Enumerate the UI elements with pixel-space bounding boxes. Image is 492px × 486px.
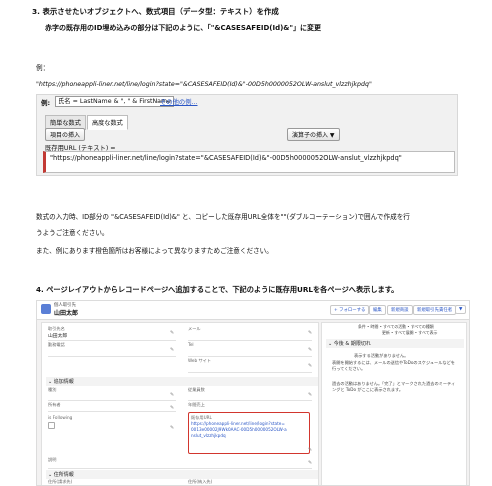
description-label: 説明 [48,457,57,462]
edit-pencil-icon[interactable]: ✎ [308,460,312,466]
no-activity-message: 表示する活動がありません。 [354,353,409,358]
section-label: 住所情報 [53,472,74,478]
divider [48,356,176,357]
formula-editor-screenshot: 例: 氏名 = LastName & ", " & FirstName その他の… [36,94,458,176]
formula-textarea[interactable]: "https://phoneappli-liner.net/line/login… [43,151,455,173]
step3-subheading: 赤字の既存用のID埋め込みの部分は下記のように、「"&CASESAFEID(Id… [45,24,322,32]
new-contact-button[interactable]: 新規取引先責任者 [413,305,457,315]
owner-label: 所有者 [48,402,61,407]
record-name: 山田太郎 [54,310,79,317]
existing-url-link[interactable]: https://phoneappli-liner.net/line/login?… [191,421,287,439]
person-account-icon [41,304,51,314]
section-address-info[interactable]: ⌄ 住所情報 [46,470,318,479]
example-url: "https://phoneappli-liner.net/line/login… [36,81,372,88]
formula-text: "https://phoneappli-liner.net/line/login… [50,154,402,162]
edit-pencil-icon[interactable]: ✎ [170,425,174,431]
section-label: 今後 & 期限切れ [333,341,371,347]
record-page-screenshot: 個人取引先 山田太郎 + フォローする 編集 新規商談 新規取引先責任者 ▼ 取… [36,300,470,486]
section-additional-info[interactable]: ⌄ 追加情報 [46,377,318,386]
formula-tabs: 簡単な数式 高度な数式 [45,110,129,130]
is-following-label: is Following [48,415,73,420]
example-label: 例： [36,64,50,72]
no-activity-hint: 表開を開始するには、メールの送信やToDoのスケジュールなどを行ってください。 [332,360,455,371]
account-name-value: 山田太郎 [48,334,68,339]
details-panel: 取引先名 山田太郎 ✎ メール ✎ 勤務電話 ✎ Tel ✎ Web サイト ✎… [41,322,319,485]
section-label: 追加情報 [53,379,74,385]
divider [48,468,312,469]
edit-pencil-icon[interactable]: ✎ [308,392,312,398]
email-label: メール [188,326,201,331]
note-line-2: うようご注意ください。 [36,229,109,237]
divider [48,400,176,401]
divider [188,356,312,357]
divider [188,340,312,341]
edit-pencil-icon[interactable]: ✎ [170,392,174,398]
section-upcoming-overdue[interactable]: ⌄ 今後 & 期限切れ [326,339,464,348]
phone-label: Tel [188,342,194,347]
edit-pencil-icon[interactable]: ✎ [170,347,174,353]
follow-button[interactable]: + フォローする [330,305,370,315]
ex-label: 例: [41,99,51,107]
note-line-1: 数式の入力時、ID部分の "&CASESAFEID(Id)&" と、コピーした既… [36,213,410,221]
more-actions-button[interactable]: ▼ [455,305,467,314]
edit-pencil-icon[interactable]: ✎ [170,330,174,336]
step3-heading: 3. 表示させたいオブジェクトへ、数式項目（データ型：テキスト）を作成 [32,7,279,16]
employees-label: 従業員数 [188,387,205,392]
divider [188,400,312,401]
edit-pencil-icon[interactable]: ✎ [308,330,312,336]
tab-advanced-formula[interactable]: 高度な数式 [86,115,128,130]
divider [48,340,176,341]
highlight-url-field: 既存用URL https://phoneappli-liner.net/line… [188,412,310,454]
field-type-label: 種別 [48,387,57,392]
edit-pencil-icon[interactable]: ✎ [308,363,312,369]
annual-revenue-label: 年間売上 [188,402,205,407]
is-following-checkbox[interactable] [48,422,55,429]
other-examples-link[interactable]: その他の例... [160,97,198,106]
billing-address-label: 住所(請求先) [48,479,73,484]
activity-panel: 条件 • 時間 • すべての活動 • すべての種類 更新 • すべて展開 • す… [321,322,467,485]
insert-field-button[interactable]: 項目の挿入 [45,128,86,141]
ex-formula: 氏名 = LastName & ", " & FirstName [55,96,175,107]
edit-pencil-icon[interactable]: ✎ [308,347,312,353]
new-opportunity-button[interactable]: 新規商談 [387,305,413,315]
record-header: 個人取引先 山田太郎 + フォローする 編集 新規商談 新規取引先責任者 ▼ [37,301,469,320]
shipping-address-label: 住所(納入先) [188,479,213,484]
no-past-activity-message: 過去の活動はありません。「完了」とマークされた過去のミーティングと ToDo が… [332,381,456,392]
divider [48,411,176,412]
insert-operator-button[interactable]: 演算子の挿入 ▼ [287,128,340,141]
note-line-3: また、例にあります橙色箇所はお客様によって異なりますためご注意ください。 [36,247,273,255]
divider [188,372,312,373]
step4-heading: 4. ページレイアウトからレコードページへ追加することで、下記のように既存用UR… [36,285,399,294]
edit-button[interactable]: 編集 [369,305,386,315]
activity-links[interactable]: 更新 • すべて展開 • すべて表示 [382,330,437,336]
website-label: Web サイト [188,358,212,363]
work-phone-label: 勤務電話 [48,342,65,347]
edit-pencil-icon[interactable]: ✎ [308,447,312,453]
